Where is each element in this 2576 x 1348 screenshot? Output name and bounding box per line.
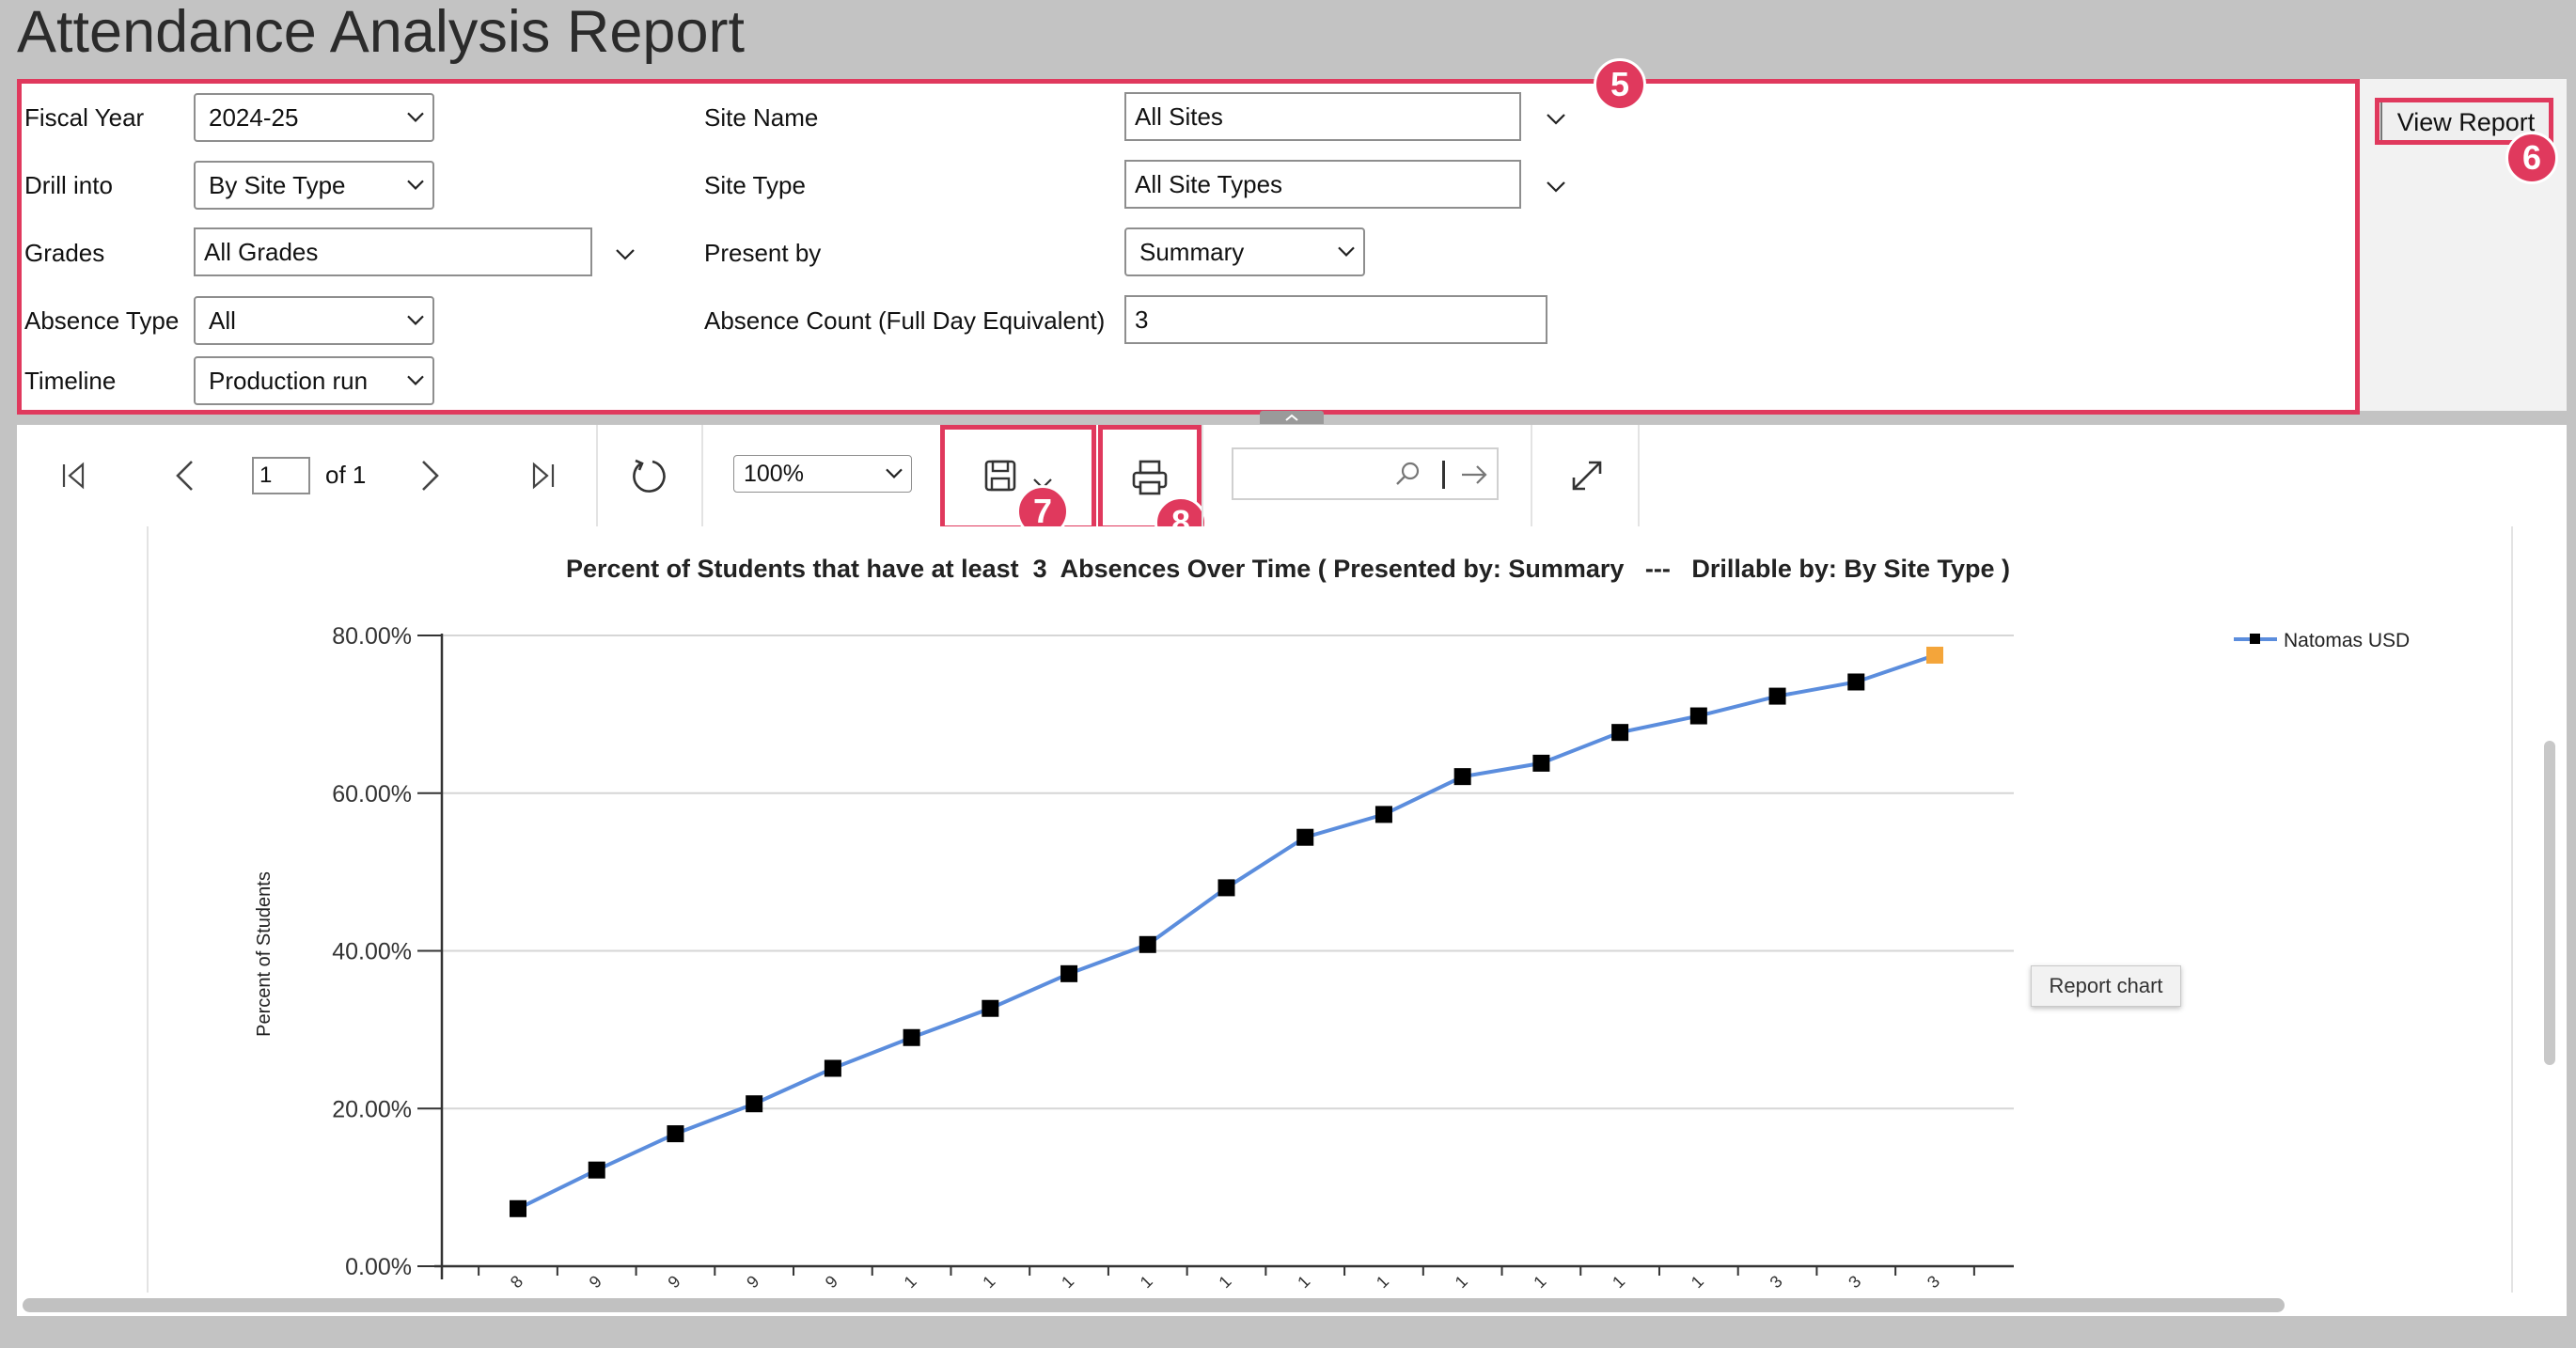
data-point: [588, 1161, 605, 1179]
x-tick-label: 9: [664, 1272, 683, 1292]
data-point: [746, 1095, 763, 1113]
data-point: [1847, 673, 1865, 691]
y-tick-labels: 0.00% 20.00% 40.00% 60.00% 80.00%: [332, 623, 412, 1280]
y-tick-label: 20.00%: [332, 1096, 412, 1122]
data-point: [824, 1059, 841, 1077]
legend-marker: [2250, 634, 2260, 644]
x-tick-label: 3: [1845, 1272, 1864, 1292]
data-point: [903, 1028, 920, 1046]
x-tick-label: 9: [822, 1272, 841, 1292]
x-tick-label: 9: [743, 1272, 762, 1292]
x-tick-label: 1: [1373, 1272, 1392, 1292]
x-tick-label: 1: [1294, 1272, 1313, 1292]
chart-gridlines: [442, 635, 2014, 1110]
x-tick-label: 1: [1609, 1272, 1628, 1292]
data-point: [1926, 646, 1943, 664]
y-tick-label: 80.00%: [332, 623, 412, 650]
data-point: [1374, 806, 1392, 823]
data-point: [1296, 828, 1314, 846]
horizontal-scrollbar[interactable]: [23, 1298, 2285, 1312]
x-tick-label: 1: [901, 1272, 920, 1292]
report-chart-tooltip: Report chart: [2031, 965, 2181, 1007]
data-point: [1611, 724, 1629, 742]
data-point: [1532, 754, 1550, 772]
x-tick-label: 8: [507, 1272, 526, 1292]
x-tick-label: 1: [1530, 1272, 1549, 1292]
vertical-scrollbar[interactable]: [2544, 741, 2555, 1065]
x-tick-label: 3: [1924, 1272, 1943, 1292]
x-tick-label: 1: [1215, 1272, 1234, 1292]
y-tick-label: 60.00%: [332, 781, 412, 807]
legend-label: Natomas USD: [2284, 630, 2410, 651]
chart-axes: [417, 634, 2014, 1279]
line-chart[interactable]: Percent of Students 0.00% 20.00% 40.00% 60.…: [0, 0, 2576, 1348]
series-line-natomas-usd: [517, 653, 1936, 1211]
x-tick-labels: 8 9 9 9 9 1 1 1 1 1 1 1 1 1 1 1 3 3 3: [507, 1272, 1943, 1292]
x-tick-label: 9: [586, 1272, 605, 1292]
y-axis-label: Percent of Students: [254, 871, 275, 1037]
data-point: [1060, 964, 1078, 982]
x-tick-label: 3: [1767, 1272, 1786, 1292]
data-point: [1453, 768, 1471, 786]
data-point: [1768, 687, 1786, 705]
x-tick-label: 1: [1137, 1272, 1156, 1292]
y-tick-label: 0.00%: [345, 1254, 412, 1280]
data-point: [667, 1125, 684, 1143]
x-tick-label: 1: [1452, 1272, 1471, 1292]
data-point: [1689, 707, 1707, 725]
x-tick-label: 1: [1688, 1272, 1707, 1292]
x-tick-label: 1: [1058, 1272, 1077, 1292]
x-tick-label: 1: [979, 1272, 998, 1292]
y-tick-label: 40.00%: [332, 939, 412, 965]
data-point: [982, 999, 999, 1017]
data-point: [1217, 879, 1235, 897]
chart-legend: Natomas USD: [2234, 630, 2410, 651]
data-point: [1139, 935, 1156, 953]
series-markers: [510, 646, 1943, 1217]
data-point: [510, 1199, 526, 1217]
